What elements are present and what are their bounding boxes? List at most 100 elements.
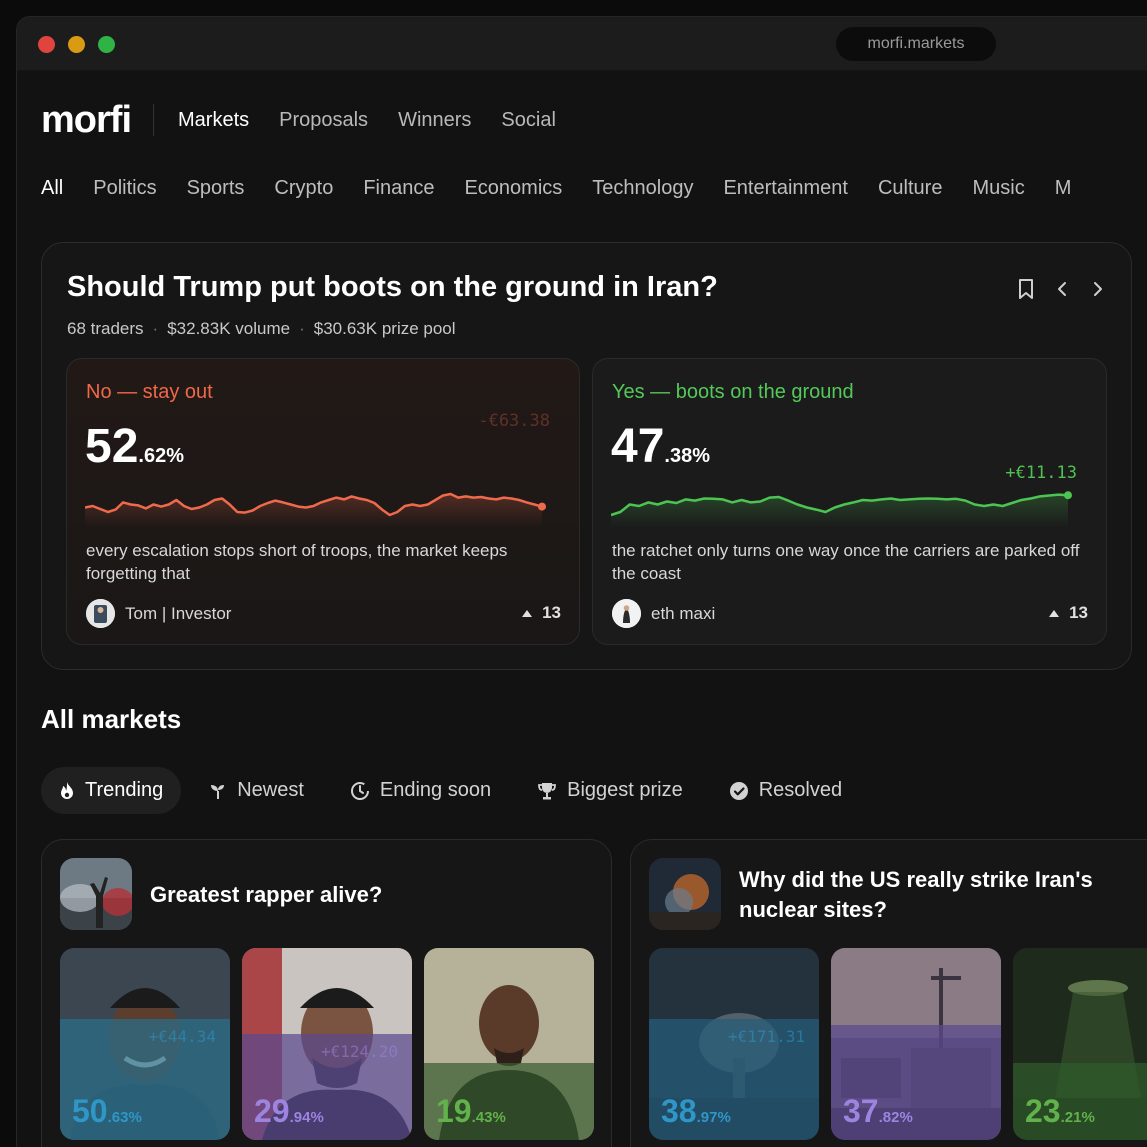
outcome-tile[interactable]: +€124.20 29.94%: [242, 948, 412, 1140]
market-filters: Trending Newest Ending soon Biggest priz…: [41, 767, 870, 814]
sparkline-area: [85, 494, 542, 527]
category-tabs: All Politics Sports Crypto Finance Econo…: [41, 177, 1101, 200]
check-circle-icon: [729, 781, 749, 801]
nav-proposals[interactable]: Proposals: [279, 109, 368, 132]
market-title[interactable]: Why did the US really strike Iran's nucl…: [739, 865, 1139, 925]
author-name: Tom | Investor: [125, 603, 232, 623]
filter-label: Resolved: [758, 779, 843, 801]
category-politics[interactable]: Politics: [93, 177, 156, 200]
upvote-count: 13: [1069, 603, 1088, 622]
percentage-integer: 50: [72, 1093, 108, 1129]
filter-trending[interactable]: Trending: [41, 767, 182, 814]
nav-divider: [153, 104, 154, 136]
filter-label: Biggest prize: [567, 779, 683, 801]
outcome-percentage: 19.43%: [436, 1093, 506, 1130]
all-markets-heading: All markets: [41, 704, 182, 734]
author-name: eth maxi: [651, 603, 716, 623]
sprout-icon: [209, 782, 227, 800]
option-label: Yes — boots on the ground: [612, 381, 854, 403]
option-change: -€63.38: [478, 411, 550, 431]
filter-label: Newest: [237, 779, 304, 801]
volume-amount: $32.83K volume: [167, 319, 291, 338]
outcome-percentage: 37.82%: [843, 1093, 913, 1130]
outcome-tile[interactable]: +€171.31 38.97%: [649, 948, 819, 1140]
outcome-tile[interactable]: +€44.34 50.63%: [60, 948, 230, 1140]
outcome-percentage: 23.21%: [1025, 1093, 1095, 1130]
category-sports[interactable]: Sports: [187, 177, 245, 200]
category-crypto[interactable]: Crypto: [274, 177, 333, 200]
traders-count: 68 traders: [67, 319, 144, 338]
chevron-right-icon[interactable]: [1087, 277, 1109, 301]
nav-winners[interactable]: Winners: [398, 109, 471, 132]
market-title[interactable]: Greatest rapper alive?: [150, 880, 382, 910]
featured-market-stats: 68 traders · $32.83K volume · $30.63K pr…: [67, 319, 456, 339]
meta-separator: ·: [299, 319, 305, 338]
market-card[interactable]: Why did the US really strike Iran's nucl…: [630, 839, 1147, 1147]
sparkline-yes: [611, 491, 1072, 527]
filter-biggest-prize[interactable]: Biggest prize: [519, 767, 701, 814]
featured-market-card[interactable]: Should Trump put boots on the ground in …: [41, 242, 1132, 670]
featured-market-title[interactable]: Should Trump put boots on the ground in …: [67, 271, 718, 304]
bookmark-icon[interactable]: [1015, 277, 1037, 301]
percentage-decimal: .82%: [878, 1109, 913, 1126]
close-window-button[interactable]: [38, 36, 55, 53]
avatar: [86, 599, 115, 628]
outcome-tile[interactable]: 19.43%: [424, 948, 594, 1140]
option-label: No — stay out: [86, 381, 213, 403]
option-percentage: 52.62%: [85, 419, 184, 474]
category-technology[interactable]: Technology: [592, 177, 693, 200]
top-navigation: morfi Markets Proposals Winners Social: [41, 97, 586, 143]
category-more[interactable]: M: [1055, 177, 1072, 200]
category-all[interactable]: All: [41, 177, 63, 200]
percentage-integer: 37: [843, 1093, 879, 1129]
sparkline-endpoint: [538, 502, 546, 511]
filter-resolved[interactable]: Resolved: [711, 767, 860, 814]
chevron-left-icon[interactable]: [1051, 277, 1073, 301]
comment-author[interactable]: Tom | Investor: [86, 599, 231, 628]
minimize-window-button[interactable]: [68, 36, 85, 53]
outcome-tile[interactable]: 37.82%: [831, 948, 1001, 1140]
clock-icon: [350, 781, 370, 801]
comment-author[interactable]: eth maxi: [612, 599, 715, 628]
option-change: +€11.13: [1005, 463, 1077, 483]
percentage-decimal: .21%: [1060, 1109, 1095, 1126]
maximize-window-button[interactable]: [98, 36, 115, 53]
morfi-logo[interactable]: morfi: [41, 99, 132, 142]
sparkline-endpoint: [1064, 491, 1072, 500]
outcome-percentage: 50.63%: [72, 1093, 142, 1130]
option-card-no[interactable]: No — stay out 52.62% -€63.38 every escal…: [66, 358, 580, 645]
category-economics[interactable]: Economics: [464, 177, 562, 200]
market-card[interactable]: Greatest rapper alive? +€44.34 50.63% +€…: [41, 839, 612, 1147]
option-card-yes[interactable]: Yes — boots on the ground 47.38% +€11.13…: [592, 358, 1107, 645]
upvote-count: 13: [542, 603, 561, 622]
outcome-tiles: +€44.34 50.63% +€124.20 29.94% 19.43%: [60, 948, 594, 1140]
percentage-unit: %: [692, 445, 710, 467]
address-bar[interactable]: morfi.markets: [836, 27, 996, 61]
filter-label: Trending: [85, 779, 164, 801]
category-culture[interactable]: Culture: [878, 177, 942, 200]
percentage-integer: 38: [661, 1093, 697, 1129]
outcome-percentage: 29.94%: [254, 1093, 324, 1130]
category-finance[interactable]: Finance: [363, 177, 434, 200]
filter-ending-soon[interactable]: Ending soon: [332, 767, 509, 814]
category-music[interactable]: Music: [972, 177, 1024, 200]
upvote-button[interactable]: 13: [522, 603, 561, 623]
percentage-integer: 29: [254, 1093, 290, 1129]
percentage-decimal: .63%: [107, 1109, 142, 1126]
sparkline-area: [611, 494, 1068, 527]
outcome-change: +€124.20: [320, 1042, 398, 1061]
upvote-button[interactable]: 13: [1049, 603, 1088, 623]
percentage-decimal: .94%: [289, 1109, 324, 1126]
nav-social[interactable]: Social: [501, 109, 555, 132]
category-entertainment[interactable]: Entertainment: [723, 177, 848, 200]
percentage-decimal: .38: [664, 445, 693, 467]
outcome-tile[interactable]: 23.21%: [1013, 948, 1147, 1140]
featured-actions: [1015, 277, 1109, 301]
meta-separator: ·: [152, 319, 159, 338]
market-thumbnail: [649, 858, 721, 930]
filter-newest[interactable]: Newest: [191, 767, 322, 814]
outcome-change: +€44.34: [148, 1027, 216, 1046]
percentage-decimal: .62: [138, 445, 167, 467]
percentage-decimal: .43%: [471, 1109, 506, 1126]
nav-markets[interactable]: Markets: [178, 109, 249, 132]
